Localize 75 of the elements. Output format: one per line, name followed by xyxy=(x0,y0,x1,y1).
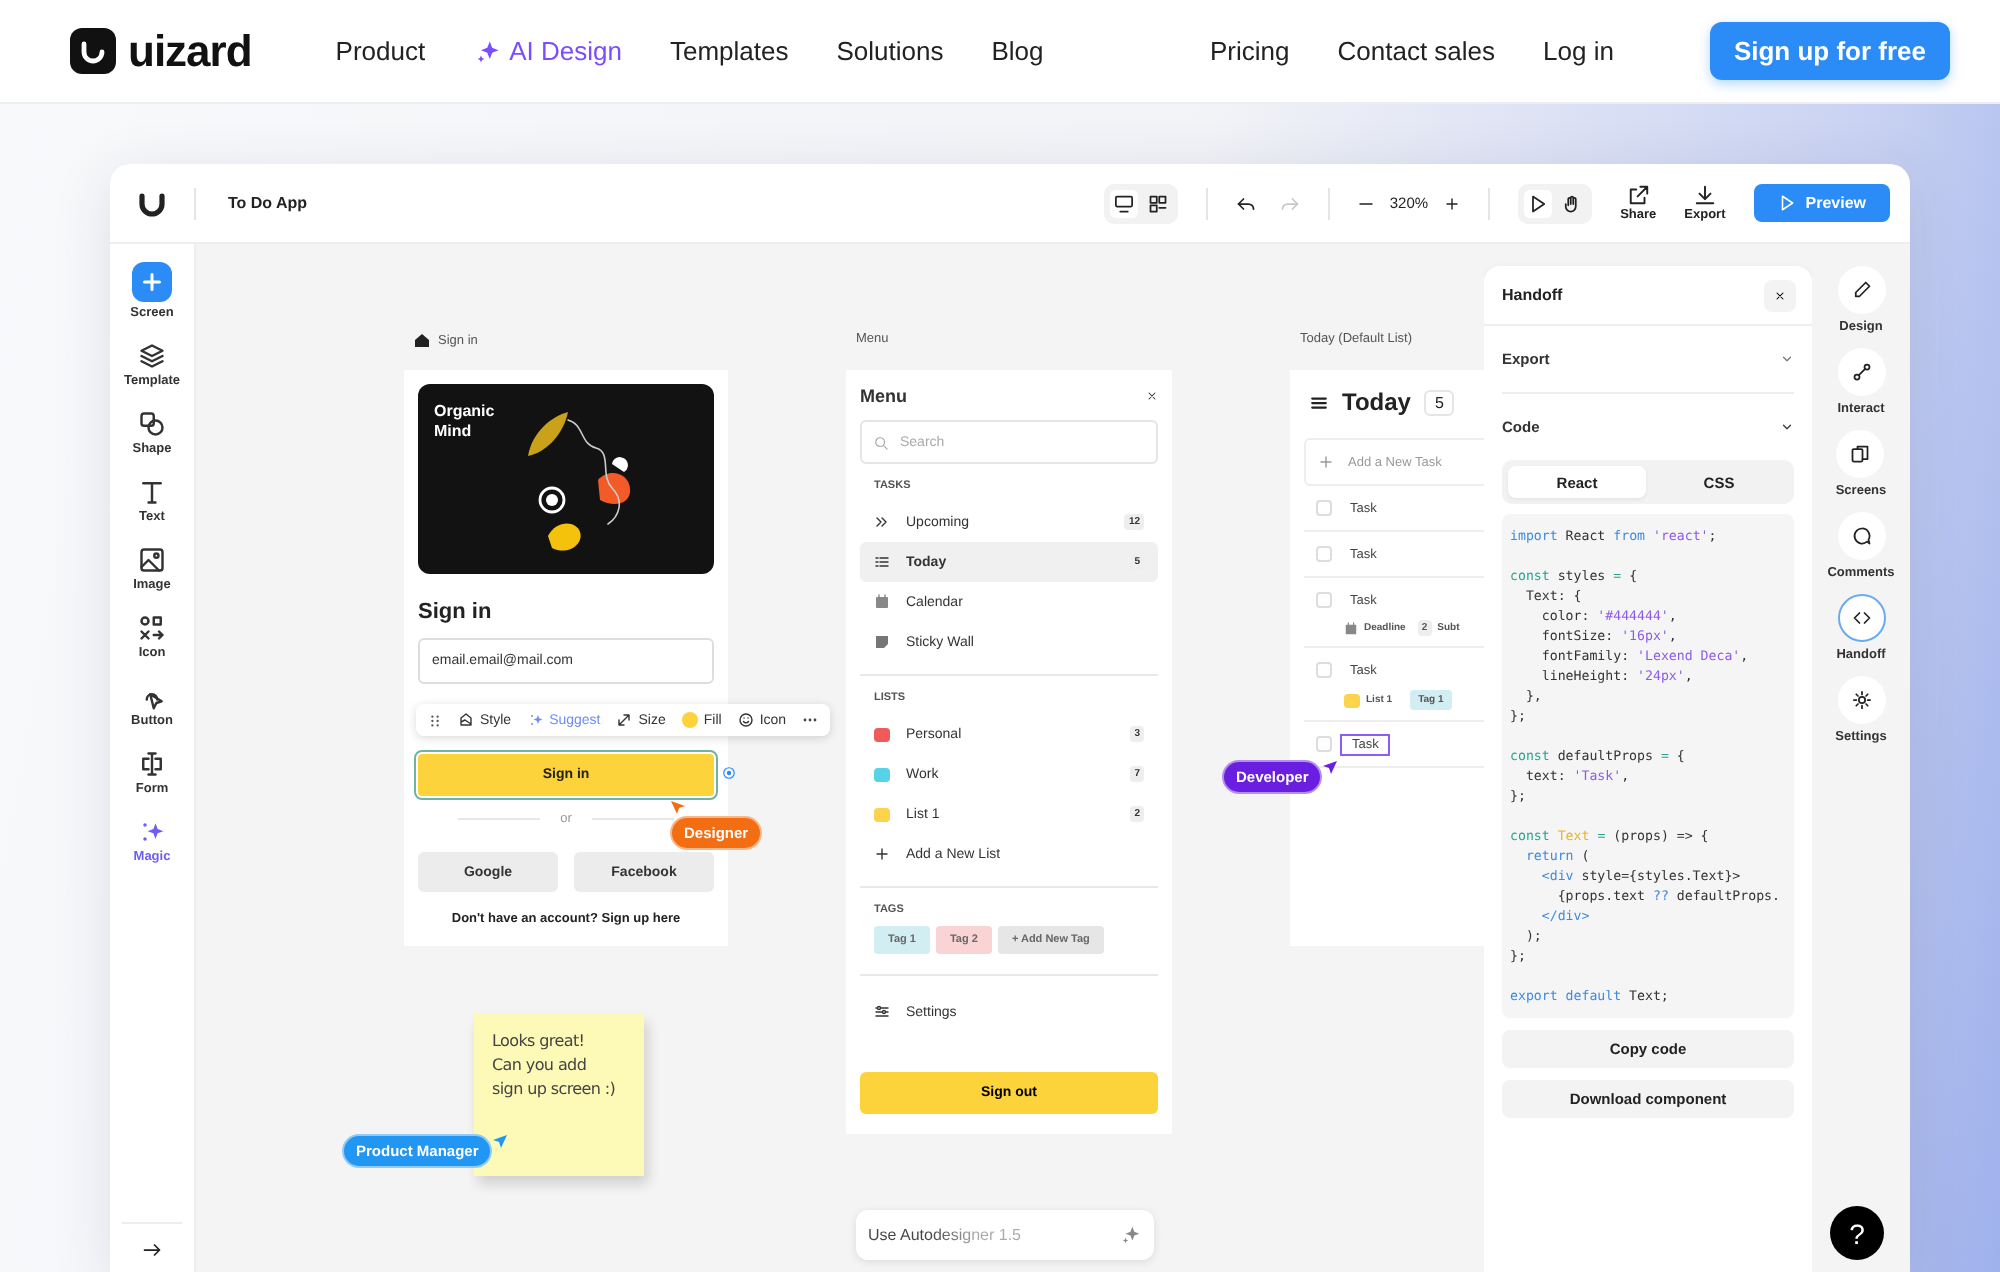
list-title: Today xyxy=(1342,388,1411,416)
logo-icon xyxy=(70,28,116,74)
close-icon xyxy=(1774,289,1786,301)
screen-title: Sign in xyxy=(418,600,494,624)
chevron-icon[interactable] xyxy=(1780,420,1794,434)
share-icon xyxy=(1627,184,1650,206)
sliders-icon xyxy=(874,1004,890,1020)
plus-icon xyxy=(874,846,890,862)
sticky-note-icon xyxy=(874,634,890,650)
task-checkbox[interactable] xyxy=(1316,500,1332,516)
nav-link[interactable]: Blog xyxy=(991,36,1044,66)
image-caption: Organic Mind xyxy=(434,402,497,442)
menu-icon[interactable] xyxy=(1310,393,1328,411)
play-icon xyxy=(1528,193,1549,213)
search-icon xyxy=(874,435,888,449)
nav-link[interactable]: Contact sales xyxy=(1337,36,1496,66)
shapes-icon xyxy=(137,410,166,438)
layers-icon xyxy=(138,342,166,370)
nav-link[interactable]: Log in xyxy=(1543,36,1614,66)
logo-text[interactable]: uizard xyxy=(128,25,252,77)
text-icon xyxy=(138,478,166,506)
count-badge: 5 xyxy=(1424,389,1454,415)
undo-icon[interactable] xyxy=(1235,193,1256,213)
nodes-icon xyxy=(1851,362,1871,382)
comment-icon xyxy=(1851,526,1871,546)
panel-title: Handoff xyxy=(1502,286,1563,304)
hand-icon xyxy=(1562,193,1583,213)
sparkle-icon xyxy=(473,37,502,65)
code-icon xyxy=(1851,608,1871,628)
plus-icon xyxy=(1318,454,1334,470)
close-icon[interactable] xyxy=(1146,390,1158,402)
form-icon xyxy=(138,750,166,778)
cursor-arrow-icon xyxy=(492,1134,509,1150)
cursor-arrow-icon xyxy=(1322,760,1339,776)
nav-link[interactable]: Solutions xyxy=(836,36,944,66)
zoom-in-icon[interactable] xyxy=(1444,195,1461,211)
pencil-icon xyxy=(1851,280,1871,300)
nav-link[interactable]: Templates xyxy=(669,36,789,66)
desktop-view-icon xyxy=(1113,193,1134,213)
autodesigner-button[interactable]: Use Autodesigner 1.5 xyxy=(856,1210,1154,1260)
double-chevron-icon xyxy=(874,514,890,530)
sparkle-icon xyxy=(1120,1224,1142,1246)
fill-swatch xyxy=(681,712,698,728)
nav-link[interactable]: AI Design xyxy=(473,36,622,66)
component-view-icon xyxy=(1147,193,1168,213)
task-checkbox[interactable] xyxy=(1316,736,1332,752)
play-toggle[interactable] xyxy=(1524,189,1553,217)
smiley-icon xyxy=(737,712,754,728)
desktop-view-toggle[interactable] xyxy=(1109,189,1138,217)
sparkle-icon xyxy=(527,712,544,728)
sparkle-icon xyxy=(137,818,166,846)
calendar-icon xyxy=(874,594,890,610)
screens-icon xyxy=(1850,444,1871,464)
home-icon xyxy=(414,332,430,348)
download-icon xyxy=(1693,184,1716,206)
list-icon xyxy=(874,554,890,570)
drag-handle-icon[interactable] xyxy=(428,713,442,727)
logo-icon[interactable] xyxy=(138,189,166,217)
play-icon xyxy=(1777,194,1796,212)
resize-icon xyxy=(616,712,633,728)
project-name: To Do App xyxy=(228,194,308,212)
icons-icon xyxy=(138,614,166,642)
plus-icon xyxy=(140,270,164,294)
nav-link[interactable]: Pricing xyxy=(1210,36,1290,66)
image-icon xyxy=(137,546,166,574)
task-checkbox[interactable] xyxy=(1316,592,1332,608)
nav-link[interactable]: Product xyxy=(335,36,426,66)
selection-handle-icon[interactable] xyxy=(722,766,736,780)
calendar-icon xyxy=(1344,621,1358,635)
task-checkbox[interactable] xyxy=(1316,546,1332,562)
menu-title: Menu xyxy=(860,386,907,406)
arrow-right-icon[interactable] xyxy=(142,1240,162,1260)
cursor-arrow-icon xyxy=(670,800,686,816)
task-checkbox[interactable] xyxy=(1316,662,1332,678)
settings-icon xyxy=(1851,690,1871,710)
